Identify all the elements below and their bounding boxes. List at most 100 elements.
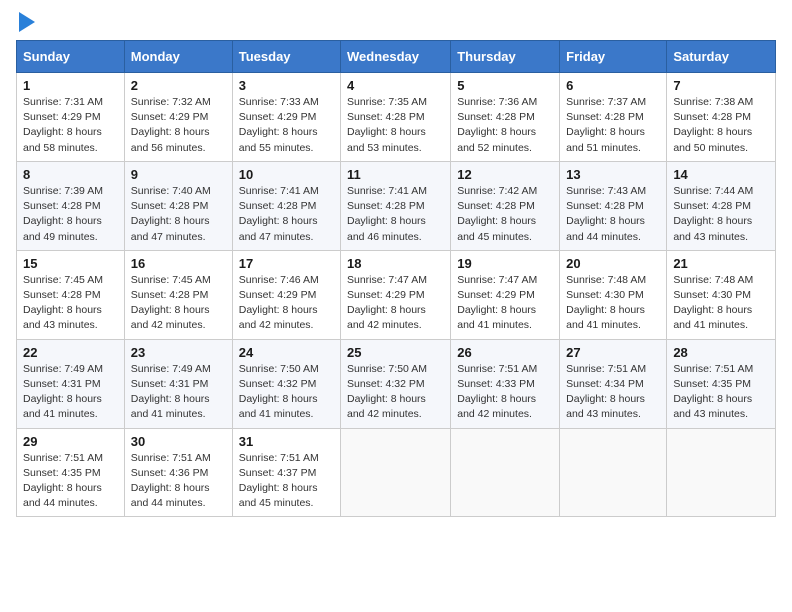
daylight-label: Daylight: 8 hours and 50 minutes. (673, 126, 752, 153)
day-number: 22 (23, 345, 118, 360)
sunset-label: Sunset: 4:29 PM (23, 111, 101, 123)
sunrise-label: Sunrise: 7:48 AM (673, 274, 753, 286)
day-number: 11 (347, 167, 444, 182)
sunset-label: Sunset: 4:34 PM (566, 378, 644, 390)
logo-arrow-icon (19, 12, 35, 32)
daylight-label: Daylight: 8 hours and 42 minutes. (239, 304, 318, 331)
cell-content: Sunrise: 7:33 AM Sunset: 4:29 PM Dayligh… (239, 95, 334, 156)
sunset-label: Sunset: 4:28 PM (239, 200, 317, 212)
sunset-label: Sunset: 4:32 PM (239, 378, 317, 390)
sunrise-label: Sunrise: 7:38 AM (673, 96, 753, 108)
sunrise-label: Sunrise: 7:42 AM (457, 185, 537, 197)
calendar-cell: 27 Sunrise: 7:51 AM Sunset: 4:34 PM Dayl… (560, 339, 667, 428)
sunset-label: Sunset: 4:29 PM (457, 289, 535, 301)
day-number: 24 (239, 345, 334, 360)
daylight-label: Daylight: 8 hours and 41 minutes. (131, 393, 210, 420)
sunset-label: Sunset: 4:31 PM (131, 378, 209, 390)
sunrise-label: Sunrise: 7:43 AM (566, 185, 646, 197)
sunrise-label: Sunrise: 7:40 AM (131, 185, 211, 197)
calendar-header-thursday: Thursday (451, 41, 560, 73)
cell-content: Sunrise: 7:35 AM Sunset: 4:28 PM Dayligh… (347, 95, 444, 156)
sunset-label: Sunset: 4:29 PM (239, 289, 317, 301)
sunset-label: Sunset: 4:28 PM (23, 289, 101, 301)
daylight-label: Daylight: 8 hours and 45 minutes. (457, 215, 536, 242)
calendar-cell: 13 Sunrise: 7:43 AM Sunset: 4:28 PM Dayl… (560, 161, 667, 250)
sunset-label: Sunset: 4:29 PM (347, 289, 425, 301)
daylight-label: Daylight: 8 hours and 52 minutes. (457, 126, 536, 153)
calendar-week-5: 29 Sunrise: 7:51 AM Sunset: 4:35 PM Dayl… (17, 428, 776, 517)
sunset-label: Sunset: 4:28 PM (347, 200, 425, 212)
calendar-cell (341, 428, 451, 517)
sunset-label: Sunset: 4:28 PM (457, 200, 535, 212)
calendar-week-3: 15 Sunrise: 7:45 AM Sunset: 4:28 PM Dayl… (17, 250, 776, 339)
day-number: 8 (23, 167, 118, 182)
sunset-label: Sunset: 4:33 PM (457, 378, 535, 390)
daylight-label: Daylight: 8 hours and 42 minutes. (347, 393, 426, 420)
daylight-label: Daylight: 8 hours and 41 minutes. (566, 304, 645, 331)
calendar-cell (560, 428, 667, 517)
cell-content: Sunrise: 7:50 AM Sunset: 4:32 PM Dayligh… (239, 362, 334, 423)
calendar-header-monday: Monday (124, 41, 232, 73)
sunrise-label: Sunrise: 7:51 AM (566, 363, 646, 375)
cell-content: Sunrise: 7:44 AM Sunset: 4:28 PM Dayligh… (673, 184, 769, 245)
sunset-label: Sunset: 4:30 PM (566, 289, 644, 301)
sunrise-label: Sunrise: 7:45 AM (23, 274, 103, 286)
daylight-label: Daylight: 8 hours and 41 minutes. (239, 393, 318, 420)
cell-content: Sunrise: 7:31 AM Sunset: 4:29 PM Dayligh… (23, 95, 118, 156)
sunset-label: Sunset: 4:31 PM (23, 378, 101, 390)
sunset-label: Sunset: 4:29 PM (239, 111, 317, 123)
sunset-label: Sunset: 4:28 PM (347, 111, 425, 123)
daylight-label: Daylight: 8 hours and 41 minutes. (23, 393, 102, 420)
sunrise-label: Sunrise: 7:41 AM (347, 185, 427, 197)
calendar-cell: 19 Sunrise: 7:47 AM Sunset: 4:29 PM Dayl… (451, 250, 560, 339)
daylight-label: Daylight: 8 hours and 43 minutes. (23, 304, 102, 331)
cell-content: Sunrise: 7:37 AM Sunset: 4:28 PM Dayligh… (566, 95, 660, 156)
day-number: 13 (566, 167, 660, 182)
calendar-cell: 3 Sunrise: 7:33 AM Sunset: 4:29 PM Dayli… (232, 73, 340, 162)
sunrise-label: Sunrise: 7:51 AM (239, 452, 319, 464)
sunset-label: Sunset: 4:28 PM (673, 111, 751, 123)
sunset-label: Sunset: 4:37 PM (239, 467, 317, 479)
calendar-cell: 6 Sunrise: 7:37 AM Sunset: 4:28 PM Dayli… (560, 73, 667, 162)
sunset-label: Sunset: 4:28 PM (457, 111, 535, 123)
cell-content: Sunrise: 7:32 AM Sunset: 4:29 PM Dayligh… (131, 95, 226, 156)
day-number: 9 (131, 167, 226, 182)
daylight-label: Daylight: 8 hours and 42 minutes. (347, 304, 426, 331)
day-number: 29 (23, 434, 118, 449)
calendar-cell: 16 Sunrise: 7:45 AM Sunset: 4:28 PM Dayl… (124, 250, 232, 339)
sunrise-label: Sunrise: 7:32 AM (131, 96, 211, 108)
sunset-label: Sunset: 4:36 PM (131, 467, 209, 479)
sunrise-label: Sunrise: 7:49 AM (131, 363, 211, 375)
day-number: 31 (239, 434, 334, 449)
sunrise-label: Sunrise: 7:41 AM (239, 185, 319, 197)
calendar-cell: 26 Sunrise: 7:51 AM Sunset: 4:33 PM Dayl… (451, 339, 560, 428)
cell-content: Sunrise: 7:46 AM Sunset: 4:29 PM Dayligh… (239, 273, 334, 334)
calendar-header-saturday: Saturday (667, 41, 776, 73)
page-header (16, 16, 776, 32)
cell-content: Sunrise: 7:51 AM Sunset: 4:34 PM Dayligh… (566, 362, 660, 423)
calendar-cell: 30 Sunrise: 7:51 AM Sunset: 4:36 PM Dayl… (124, 428, 232, 517)
daylight-label: Daylight: 8 hours and 58 minutes. (23, 126, 102, 153)
calendar-cell: 24 Sunrise: 7:50 AM Sunset: 4:32 PM Dayl… (232, 339, 340, 428)
calendar-cell: 29 Sunrise: 7:51 AM Sunset: 4:35 PM Dayl… (17, 428, 125, 517)
daylight-label: Daylight: 8 hours and 45 minutes. (239, 482, 318, 509)
day-number: 2 (131, 78, 226, 93)
day-number: 10 (239, 167, 334, 182)
cell-content: Sunrise: 7:51 AM Sunset: 4:35 PM Dayligh… (23, 451, 118, 512)
daylight-label: Daylight: 8 hours and 47 minutes. (131, 215, 210, 242)
day-number: 15 (23, 256, 118, 271)
day-number: 16 (131, 256, 226, 271)
daylight-label: Daylight: 8 hours and 42 minutes. (131, 304, 210, 331)
daylight-label: Daylight: 8 hours and 43 minutes. (566, 393, 645, 420)
sunset-label: Sunset: 4:28 PM (23, 200, 101, 212)
calendar-cell: 18 Sunrise: 7:47 AM Sunset: 4:29 PM Dayl… (341, 250, 451, 339)
day-number: 17 (239, 256, 334, 271)
cell-content: Sunrise: 7:49 AM Sunset: 4:31 PM Dayligh… (23, 362, 118, 423)
sunrise-label: Sunrise: 7:47 AM (347, 274, 427, 286)
sunset-label: Sunset: 4:35 PM (23, 467, 101, 479)
calendar-cell: 21 Sunrise: 7:48 AM Sunset: 4:30 PM Dayl… (667, 250, 776, 339)
daylight-label: Daylight: 8 hours and 43 minutes. (673, 393, 752, 420)
calendar-cell: 28 Sunrise: 7:51 AM Sunset: 4:35 PM Dayl… (667, 339, 776, 428)
sunrise-label: Sunrise: 7:37 AM (566, 96, 646, 108)
sunrise-label: Sunrise: 7:50 AM (347, 363, 427, 375)
